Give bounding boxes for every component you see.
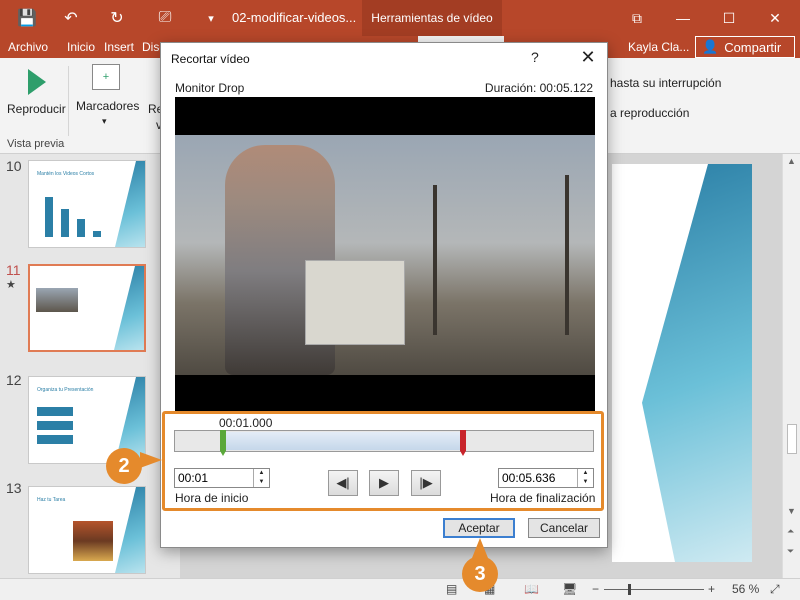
thumbnail-chart bbox=[45, 197, 101, 237]
help-icon[interactable]: ? bbox=[531, 49, 539, 65]
title-bar: 💾 ↶ ↻ ⎚ ▾ 02-modificar-videos... Herrami… bbox=[0, 0, 800, 36]
scroll-down-icon[interactable]: ▼ bbox=[787, 506, 796, 516]
slide-number: 13 bbox=[6, 480, 22, 496]
status-bar: ▤ ▦ 📖 🖥 − + 56 % ⤢ bbox=[0, 578, 800, 600]
start-time-input[interactable] bbox=[175, 469, 251, 487]
next-slide-icon[interactable]: ⏷ bbox=[787, 546, 794, 557]
slide-number: 11 bbox=[6, 262, 21, 278]
slide-number: 12 bbox=[6, 372, 22, 388]
dialog-title: Recortar vídeo bbox=[171, 52, 250, 66]
vertical-scrollbar[interactable]: ▲ ▼ ⏶ ⏷ bbox=[782, 154, 800, 578]
crt-monitor bbox=[305, 260, 405, 345]
maximize-icon[interactable]: ☐ bbox=[706, 0, 752, 36]
previous-slide-icon[interactable]: ⏶ bbox=[787, 526, 794, 537]
utility-pole bbox=[433, 185, 437, 335]
slide-thumbnail[interactable]: Haz tu Tarea bbox=[28, 486, 146, 574]
normal-view-icon[interactable]: ▤ bbox=[446, 582, 457, 596]
slide-thumbnail-selected[interactable] bbox=[28, 264, 146, 352]
start-time-spinner[interactable]: ▲ ▼ bbox=[253, 469, 269, 487]
present-icon[interactable]: ⎚ bbox=[150, 0, 180, 36]
video-preview[interactable] bbox=[175, 97, 595, 411]
slide-number: 10 bbox=[6, 158, 22, 174]
end-time-input[interactable] bbox=[499, 469, 575, 487]
trim-timeline[interactable] bbox=[174, 430, 594, 452]
slide-thumbnails-pane: 10 Mantén los Videos Cortos 11 ★ 12 Orga… bbox=[0, 154, 160, 578]
user-name[interactable]: Kayla Cla... bbox=[628, 40, 689, 54]
callout-step-3: 3 bbox=[462, 556, 498, 592]
share-button[interactable]: 👤 Compartir bbox=[695, 36, 795, 58]
video-tools-tab[interactable]: Herramientas de vídeo bbox=[362, 0, 502, 36]
video-thumbnail bbox=[36, 288, 78, 312]
animation-star-icon: ★ bbox=[6, 279, 16, 291]
share-label: Compartir bbox=[724, 39, 782, 55]
zoom-slider-knob[interactable] bbox=[628, 584, 631, 595]
end-time-field[interactable]: ▲▼ bbox=[498, 468, 594, 488]
play-label[interactable]: Reproducir bbox=[7, 102, 66, 116]
slideshow-icon[interactable]: 🖥 bbox=[562, 582, 577, 596]
menu-inicio[interactable]: Inicio bbox=[67, 40, 95, 54]
current-slide[interactable] bbox=[612, 164, 752, 562]
save-icon[interactable]: 💾 bbox=[12, 0, 42, 36]
user-icon: 👤 bbox=[702, 39, 719, 54]
slide-decor bbox=[115, 487, 145, 573]
rewind-option[interactable]: a reproducción bbox=[610, 106, 689, 120]
play-icon[interactable] bbox=[28, 69, 46, 95]
scroll-thumb[interactable] bbox=[787, 424, 797, 454]
markers-dropdown-icon[interactable]: ▾ bbox=[102, 116, 107, 127]
repeat-icon[interactable]: ↻ bbox=[102, 0, 132, 36]
end-time-label: Hora de finalización bbox=[490, 491, 596, 505]
accept-button[interactable]: Aceptar bbox=[443, 518, 515, 538]
video-frame bbox=[175, 135, 595, 375]
markers-label[interactable]: Marcadores bbox=[76, 99, 139, 113]
diagram-box bbox=[37, 407, 73, 416]
scroll-up-icon[interactable]: ▲ bbox=[787, 156, 796, 166]
video-duration: Duración: 00:05.122 bbox=[484, 81, 593, 95]
next-frame-button[interactable]: |▶ bbox=[411, 470, 441, 496]
zoom-out-icon[interactable]: − bbox=[592, 582, 599, 596]
slide-thumbnail-title: Haz tu Tarea bbox=[37, 497, 66, 503]
add-bookmark-icon[interactable]: + bbox=[92, 64, 120, 90]
slide-decor bbox=[642, 164, 752, 562]
slide-thumbnail-title: Mantén los Videos Cortos bbox=[37, 171, 95, 177]
dialog-close-icon[interactable]: ✕ bbox=[573, 45, 603, 69]
zoom-slider[interactable] bbox=[604, 589, 704, 590]
zoom-in-icon[interactable]: + bbox=[708, 582, 715, 596]
zoom-level[interactable]: 56 % bbox=[732, 582, 759, 596]
ribbon-display-icon[interactable]: ⧉ bbox=[614, 0, 660, 36]
cancel-button[interactable]: Cancelar bbox=[528, 518, 600, 538]
undo-icon[interactable]: ↶ bbox=[56, 0, 86, 36]
close-window-icon[interactable]: ✕ bbox=[752, 0, 798, 36]
document-title: 02-modificar-videos... bbox=[232, 10, 357, 25]
end-time-spinner[interactable]: ▲ ▼ bbox=[577, 469, 593, 487]
start-time-field[interactable]: ▲▼ bbox=[174, 468, 270, 488]
diagram-box bbox=[37, 435, 73, 444]
diagram-box bbox=[37, 421, 73, 430]
play-until-stopped-option[interactable]: hasta su interrupción bbox=[610, 76, 721, 90]
ribbon-separator bbox=[68, 66, 69, 136]
previous-frame-button[interactable]: ◀| bbox=[328, 470, 358, 496]
end-marker-handle[interactable] bbox=[460, 430, 466, 456]
reading-view-icon[interactable]: 📖 bbox=[524, 582, 539, 596]
callout-step-2: 2 bbox=[106, 448, 142, 484]
utility-pole bbox=[565, 175, 569, 335]
menu-insert[interactable]: Insert bbox=[104, 40, 134, 54]
menu-archivo[interactable]: Archivo bbox=[8, 40, 48, 54]
start-time-label: Hora de inicio bbox=[175, 491, 249, 505]
slide-thumbnail[interactable]: Mantén los Videos Cortos bbox=[28, 160, 146, 248]
minimize-icon[interactable]: — bbox=[660, 0, 706, 36]
books-image bbox=[73, 521, 113, 561]
trim-selection bbox=[223, 432, 463, 450]
slide-decor bbox=[115, 161, 145, 247]
slide-thumbnail-title: Organiza tu Presentación bbox=[37, 387, 94, 393]
customize-toolbar-icon[interactable]: ▾ bbox=[196, 0, 226, 36]
preview-group-label: Vista previa bbox=[7, 138, 65, 150]
slide-decor bbox=[114, 266, 144, 350]
play-button[interactable]: ▶ bbox=[369, 470, 399, 496]
fit-slide-icon[interactable]: ⤢ bbox=[770, 582, 780, 597]
start-marker-handle[interactable] bbox=[220, 430, 226, 456]
video-name: Monitor Drop bbox=[175, 81, 245, 95]
current-time-label: 00:01.000 bbox=[219, 416, 273, 430]
